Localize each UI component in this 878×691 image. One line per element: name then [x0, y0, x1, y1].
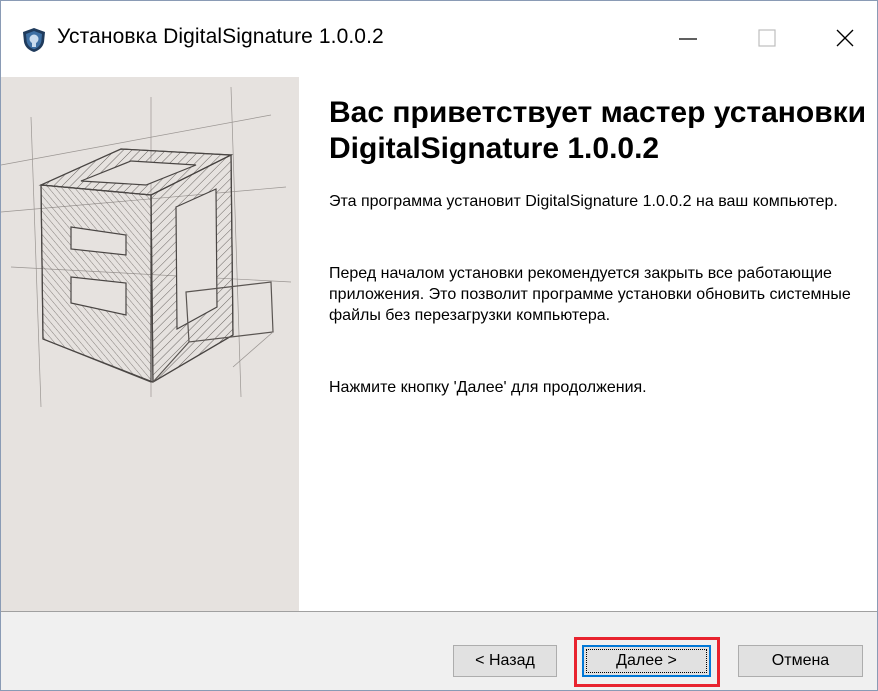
maximize-icon	[758, 29, 776, 47]
maximize-button[interactable]	[735, 15, 799, 61]
close-button[interactable]	[813, 15, 877, 61]
back-button-label: < Назад	[475, 652, 535, 669]
welcome-heading: Вас приветствует мастер установки Digita…	[329, 96, 867, 165]
sketch-cube-illustration	[1, 86, 292, 408]
recommendation-text: Перед началом установки рекомендуется за…	[329, 265, 851, 324]
close-icon	[836, 29, 854, 47]
minimize-button[interactable]	[656, 15, 720, 61]
continue-hint-text: Нажмите кнопку 'Далее' для продолжения.	[329, 379, 647, 396]
next-button[interactable]: Далее >	[582, 645, 711, 677]
focus-rectangle	[586, 649, 707, 673]
minimize-icon	[679, 38, 697, 40]
cancel-button-label: Отмена	[771, 652, 830, 669]
wizard-footer: < Назад Далее > Отмена	[1, 612, 877, 690]
window-title: Установка DigitalSignature 1.0.0.2	[57, 25, 384, 48]
shield-app-icon	[23, 28, 45, 52]
wizard-sidebar	[1, 77, 299, 611]
installer-window: Установка DigitalSignature 1.0.0.2 Вас п…	[0, 0, 878, 691]
back-button[interactable]: < Назад	[453, 645, 557, 677]
title-bar[interactable]: Установка DigitalSignature 1.0.0.2	[1, 1, 877, 77]
wizard-content: Вас приветствует мастер установки Digita…	[299, 77, 877, 611]
cancel-button[interactable]: Отмена	[738, 645, 863, 677]
intro-text: Эта программа установит DigitalSignature…	[329, 193, 838, 210]
